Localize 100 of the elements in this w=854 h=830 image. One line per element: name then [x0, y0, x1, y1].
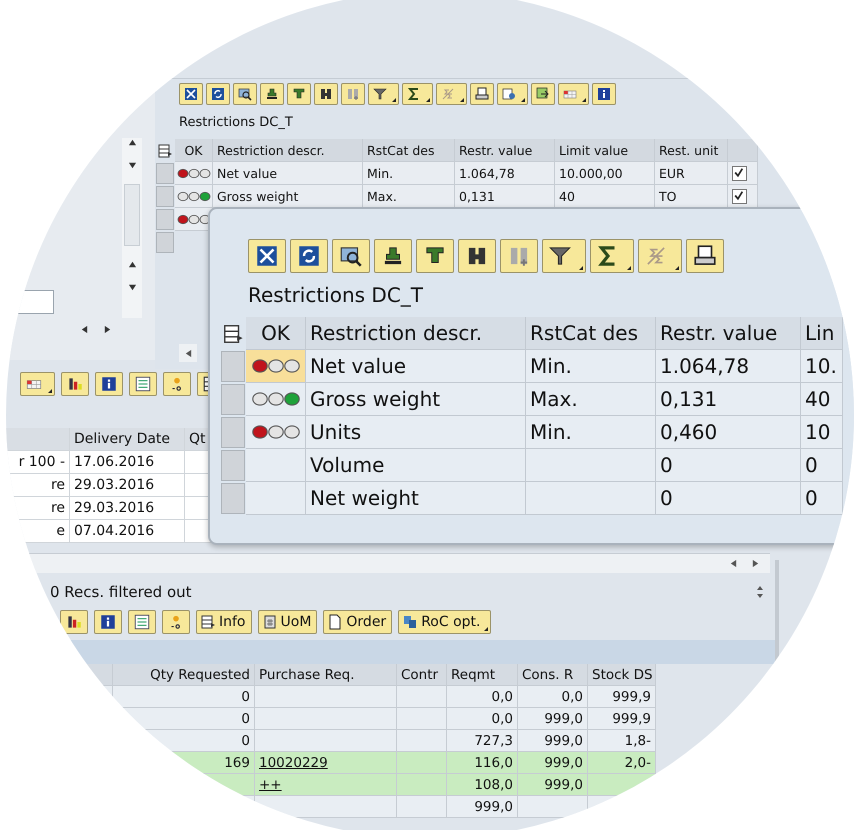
- toolbar-button[interactable]: [61, 372, 89, 396]
- checkbox[interactable]: [732, 188, 747, 204]
- filter-icon: [372, 86, 388, 102]
- table-cell: 999,0: [544, 732, 583, 748]
- table-cell: 0: [656, 449, 801, 482]
- down-arrow-icon[interactable]: [128, 283, 136, 292]
- table-cell: TO: [655, 185, 728, 208]
- printer-icon: [474, 86, 490, 102]
- link[interactable]: 10020229: [259, 754, 328, 770]
- vertical-scrollbar[interactable]: [122, 138, 142, 318]
- toolbar-button[interactable]: [179, 83, 203, 105]
- column-header[interactable]: Restriction descr.: [213, 139, 363, 162]
- copy-icon: [402, 614, 418, 630]
- toolbar-button[interactable]: Order: [323, 610, 392, 634]
- toolbar-button[interactable]: [233, 83, 257, 105]
- toolbar-button[interactable]: [248, 239, 286, 273]
- status-cell[interactable]: [246, 383, 306, 416]
- table-cell: Min.: [363, 162, 455, 185]
- scroll-thumb[interactable]: [124, 184, 140, 246]
- checkbox[interactable]: [732, 166, 747, 180]
- column-header[interactable]: Rest. unit: [655, 139, 728, 162]
- link[interactable]: ++: [259, 776, 282, 792]
- table-cell: 0: [241, 710, 250, 726]
- toolbar-button[interactable]: [260, 83, 284, 105]
- toolbar-button[interactable]: RoC opt.: [398, 610, 492, 634]
- grid-title: Restrictions DC_T: [248, 283, 424, 309]
- toolbar-button[interactable]: [129, 372, 157, 396]
- toolbar-button[interactable]: [686, 239, 724, 273]
- info-icon: [100, 375, 118, 393]
- column-header[interactable]: RstCat des: [363, 139, 455, 162]
- toolbar-button[interactable]: UoM: [258, 610, 318, 634]
- table-cell: 0: [241, 688, 250, 704]
- table-cell: Net value: [213, 162, 363, 185]
- toolbar-button[interactable]: [458, 239, 496, 273]
- left-arrow-icon[interactable]: [184, 348, 192, 358]
- toolbar-button[interactable]: [94, 610, 122, 634]
- toolbar-button[interactable]: [470, 83, 494, 105]
- toolbar-button[interactable]: [497, 83, 528, 105]
- toolbar-button[interactable]: [416, 239, 454, 273]
- table-cell: Volume: [306, 449, 526, 482]
- table-cell: 0: [801, 449, 843, 482]
- table-cell: Gross weight: [213, 185, 363, 208]
- toolbar-button[interactable]: [128, 610, 156, 634]
- traffic-light-icon: [250, 424, 300, 440]
- left-arrow-icon[interactable]: [80, 325, 89, 334]
- toolbar-button[interactable]: [542, 239, 586, 273]
- toolbar-button[interactable]: [60, 610, 88, 634]
- column-icon: [200, 614, 216, 630]
- traffic-light-icon: [176, 190, 210, 202]
- up-arrow-icon[interactable]: [128, 260, 136, 269]
- right-arrow-icon[interactable]: [103, 325, 112, 334]
- status-cell[interactable]: [246, 416, 306, 449]
- down-arrow-icon[interactable]: [128, 161, 136, 170]
- up-arrow-icon[interactable]: [128, 138, 136, 147]
- table-cell: Max.: [526, 383, 656, 416]
- toolbar-button[interactable]: [206, 83, 230, 105]
- layout-icon[interactable]: [157, 142, 173, 158]
- table-cell: 999,9: [612, 710, 651, 726]
- table-cell: 07.04.2016: [70, 520, 185, 543]
- column-header[interactable]: Restr. value: [455, 139, 555, 162]
- toolbar-button[interactable]: [368, 83, 399, 105]
- scroll-button[interactable]: [179, 344, 197, 362]
- status-cell[interactable]: [246, 482, 306, 515]
- toolbar-button[interactable]: [590, 239, 634, 273]
- toolbar-button[interactable]: [402, 83, 433, 105]
- traffic-light-icon: [176, 168, 210, 178]
- column-header[interactable]: Limit value: [555, 139, 655, 162]
- table-cell: Max.: [363, 185, 455, 208]
- column-header[interactable]: OK: [246, 317, 306, 350]
- refresh-icon: [210, 86, 226, 102]
- toolbar-button[interactable]: [332, 239, 370, 273]
- sort-ascending-icon: [264, 86, 280, 102]
- info-icon: [99, 613, 117, 631]
- column-header[interactable]: Restr. value: [656, 317, 801, 350]
- left-arrow-icon[interactable]: [729, 559, 738, 568]
- toolbar-button[interactable]: [314, 83, 338, 105]
- column-header[interactable]: Lin: [801, 317, 843, 350]
- spinner-icon[interactable]: [755, 584, 765, 600]
- toolbar-button[interactable]: [531, 83, 555, 105]
- table-cell: 169: [224, 754, 250, 770]
- toolbar-button[interactable]: [592, 83, 616, 105]
- list-icon: [133, 613, 151, 631]
- toolbar-button[interactable]: [287, 83, 311, 105]
- traffic-light-icon: [250, 358, 300, 374]
- toolbar-button[interactable]: [95, 372, 123, 396]
- status-text: 0 Recs. filtered out: [50, 583, 192, 601]
- toolbar-button[interactable]: [290, 239, 328, 273]
- status-cell[interactable]: [246, 449, 306, 482]
- table-cell: Net value: [306, 350, 526, 383]
- status-cell[interactable]: [246, 350, 306, 383]
- table-cell: 2,0-: [624, 754, 651, 770]
- toolbar-button[interactable]: [374, 239, 412, 273]
- column-header[interactable]: OK: [175, 139, 213, 162]
- info-icon: [596, 86, 612, 102]
- table-cell: Min.: [526, 350, 656, 383]
- right-arrow-icon[interactable]: [751, 559, 760, 568]
- toolbar-button[interactable]: Info: [196, 610, 252, 634]
- column-header[interactable]: RstCat des: [526, 317, 656, 350]
- column-header[interactable]: Restriction descr.: [306, 317, 526, 350]
- column-header[interactable]: Delivery Date: [70, 428, 185, 451]
